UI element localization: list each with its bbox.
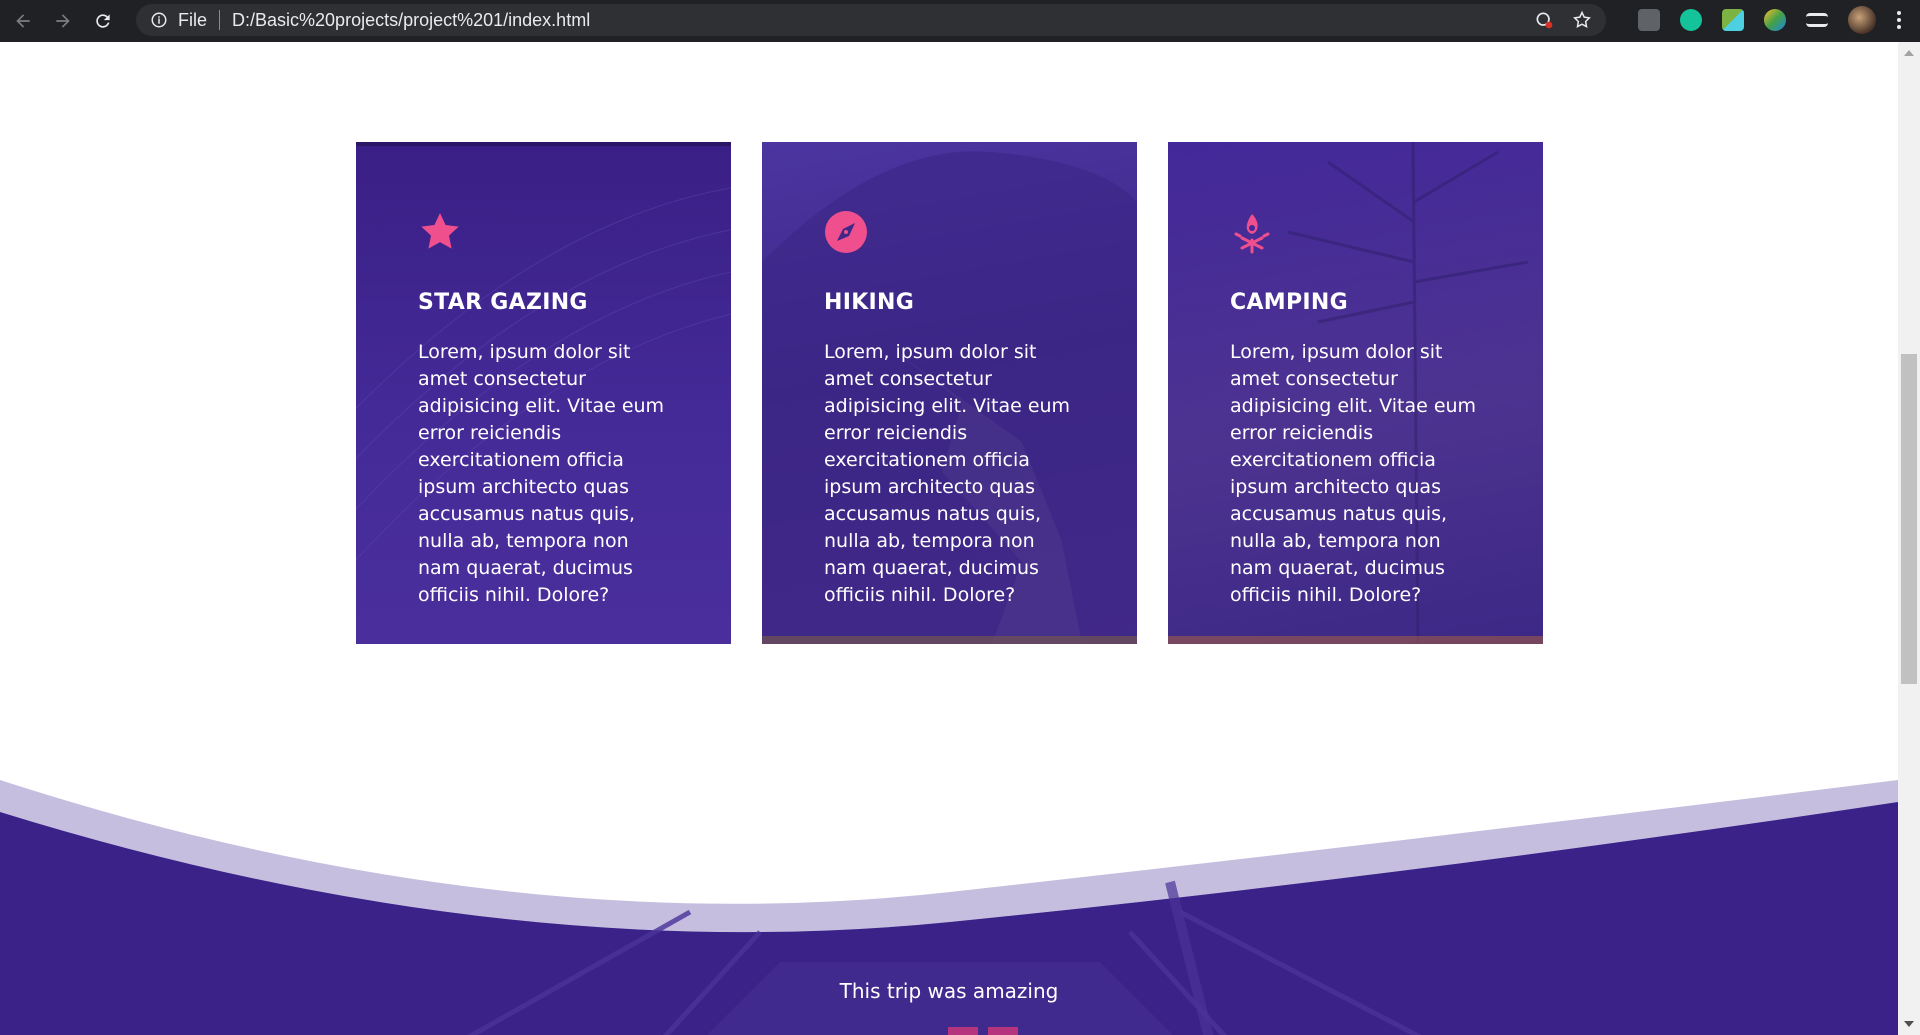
card-title: STAR GAZING — [418, 290, 588, 315]
activities-cards: STAR GAZING Lorem, ipsum dolor sit amet … — [356, 142, 1543, 644]
cookie-blocked-icon[interactable] — [1534, 10, 1554, 30]
card-title: CAMPING — [1230, 290, 1348, 315]
arrow-left-icon — [16, 14, 30, 28]
card-title: HIKING — [824, 290, 915, 315]
page-viewport: STAR GAZING Lorem, ipsum dolor sit amet … — [0, 42, 1898, 1035]
campfire-icon — [1234, 214, 1270, 254]
page-scrollbar[interactable] — [1898, 42, 1920, 1035]
card-text: Lorem, ipsum dolor sit amet consectetur … — [824, 341, 1071, 606]
reload-button[interactable] — [86, 4, 120, 38]
color-picker-icon[interactable] — [1764, 9, 1786, 31]
reload-icon — [96, 14, 110, 28]
info-icon[interactable] — [150, 11, 168, 29]
url-divider — [219, 10, 221, 30]
bookmark-star-icon[interactable] — [1572, 10, 1592, 30]
card-text: Lorem, ipsum dolor sit amet consectetur … — [1230, 341, 1477, 606]
url-text[interactable]: D:/Basic%20projects/project%201/index.ht… — [232, 10, 590, 31]
media-control-icon[interactable] — [1806, 13, 1828, 27]
url-scheme: File — [178, 9, 208, 30]
back-button[interactable] — [6, 4, 40, 38]
extension-icon[interactable] — [1638, 9, 1660, 31]
activity-card: STAR GAZING Lorem, ipsum dolor sit amet … — [356, 142, 731, 644]
scroll-up-arrow-icon[interactable] — [1904, 50, 1914, 56]
pen-extension-icon[interactable] — [1722, 9, 1744, 31]
scrollbar-thumb[interactable] — [1901, 354, 1917, 684]
scroll-down-arrow-icon[interactable] — [1904, 1021, 1914, 1027]
more-menu-icon[interactable] — [1896, 11, 1902, 29]
testimonial-quote: This trip was amazing — [839, 979, 1059, 1003]
testimonial-marker — [948, 1027, 1024, 1035]
card-text: Lorem, ipsum dolor sit amet consectetur … — [418, 341, 665, 606]
activity-card: CAMPING Lorem, ipsum dolor sit amet cons… — [1168, 142, 1543, 644]
forward-button[interactable] — [46, 4, 80, 38]
compass-icon — [825, 211, 867, 253]
grammarly-icon[interactable] — [1680, 9, 1702, 31]
browser-toolbar: File D:/Basic%20projects/project%201/ind… — [0, 0, 1920, 42]
address-bar[interactable]: File D:/Basic%20projects/project%201/ind… — [136, 4, 1606, 36]
star-icon — [421, 213, 459, 249]
profile-avatar[interactable] — [1848, 6, 1876, 34]
arrow-right-icon — [56, 14, 70, 28]
activity-card: HIKING Lorem, ipsum dolor sit amet conse… — [762, 142, 1137, 644]
